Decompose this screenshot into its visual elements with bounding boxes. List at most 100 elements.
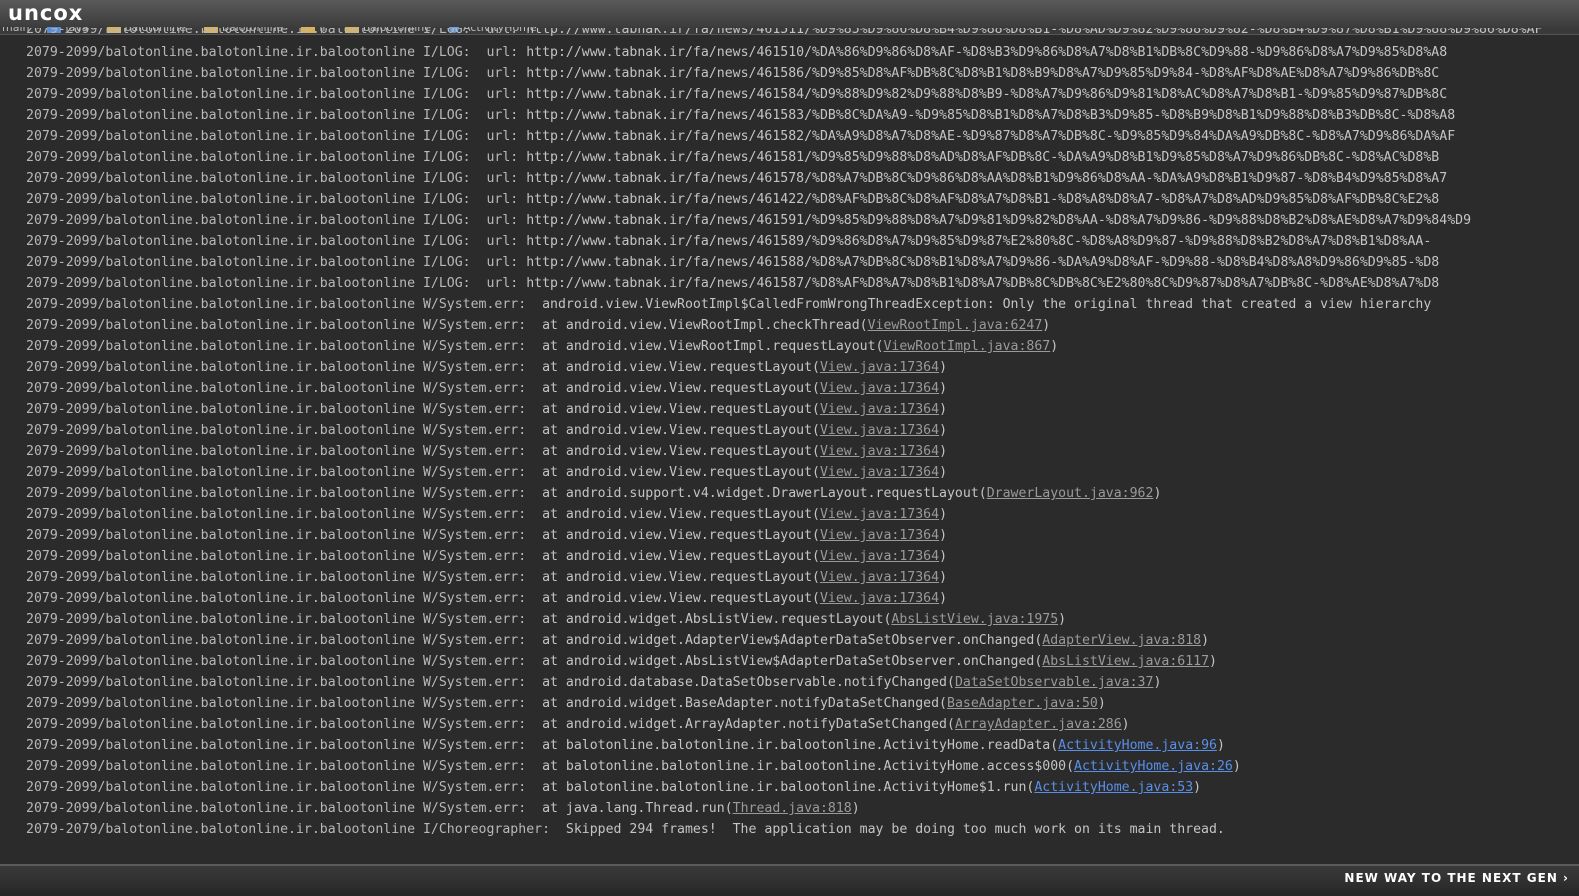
source-link[interactable]: View.java:17364 <box>820 444 939 459</box>
log-suffix: ) <box>939 465 948 480</box>
log-message: at android.widget.AbsListView.requestLay… <box>542 612 892 627</box>
log-prefix: 2079-2099/balotonline.balotonline.ir.bal… <box>26 654 543 669</box>
log-prefix: 2079-2099/balotonline.balotonline.ir.bal… <box>26 801 543 816</box>
source-link[interactable]: BaseAdapter.java:50 <box>947 696 1098 711</box>
source-link[interactable]: View.java:17364 <box>820 381 939 396</box>
log-message: at android.view.View.requestLayout( <box>542 507 820 522</box>
log-prefix: 2079-2099/balotonline.balotonline.ir.bal… <box>26 612 543 627</box>
log-line: 2079-2099/balotonline.balotonline.ir.bal… <box>26 315 1579 336</box>
log-line: 2079-2099/balotonline.balotonline.ir.bal… <box>26 105 1579 126</box>
log-message: http://www.tabnak.ir/fa/news/461583/%DB%… <box>526 108 1456 123</box>
log-prefix: 2079-2099/balotonline.balotonline.ir.bal… <box>26 423 543 438</box>
log-suffix: ) <box>1050 339 1059 354</box>
log-message: at android.view.ViewRootImpl.requestLayo… <box>542 339 884 354</box>
log-line: 2079-2099/balotonline.balotonline.ir.bal… <box>26 147 1579 168</box>
source-link[interactable]: AbsListView.java:1975 <box>891 612 1058 627</box>
source-link[interactable]: View.java:17364 <box>820 507 939 522</box>
log-suffix: ) <box>1097 696 1106 711</box>
source-link[interactable]: ActivityHome.java:96 <box>1058 738 1217 753</box>
log-message: at android.view.View.requestLayout( <box>542 528 820 543</box>
log-message: http://www.tabnak.ir/fa/news/461591/%D9%… <box>526 213 1472 228</box>
log-prefix: 2079-2099/balotonline.balotonline.ir.bal… <box>26 738 543 753</box>
log-line: 2079-2099/balotonline.balotonline.ir.bal… <box>26 504 1579 525</box>
top-bar: uncox <box>0 0 1579 28</box>
source-link[interactable]: ArrayAdapter.java:286 <box>955 717 1122 732</box>
log-suffix: ) <box>939 591 948 606</box>
source-link[interactable]: DataSetObservable.java:37 <box>955 675 1154 690</box>
log-prefix: 2079-2099/balotonline.balotonline.ir.bal… <box>26 255 527 270</box>
log-message: at balotonline.balotonline.ir.balootonli… <box>542 780 1035 795</box>
log-line: 2079-2099/balotonline.balotonline.ir.bal… <box>26 546 1579 567</box>
log-prefix: 2079-2099/balotonline.balotonline.ir.bal… <box>26 486 543 501</box>
source-link[interactable]: View.java:17364 <box>820 570 939 585</box>
log-line: 2079-2079/balotonline.balotonline.ir.bal… <box>26 819 1579 840</box>
source-link[interactable]: ActivityHome.java:26 <box>1074 759 1233 774</box>
log-prefix: 2079-2079/balotonline.balotonline.ir.bal… <box>26 822 566 837</box>
log-line: 2079-2099/balotonline.balotonline.ir.bal… <box>26 168 1579 189</box>
log-suffix: ) <box>1201 633 1210 648</box>
log-message: http://www.tabnak.ir/fa/news/461587/%D8%… <box>526 276 1440 291</box>
log-line: 2079-2099/balotonline.balotonline.ir.bal… <box>26 483 1579 504</box>
log-prefix: 2079-2099/balotonline.balotonline.ir.bal… <box>26 87 527 102</box>
log-prefix: 2079-2099/balotonline.balotonline.ir.bal… <box>26 192 527 207</box>
log-suffix: ) <box>851 801 860 816</box>
source-link[interactable]: View.java:17364 <box>820 402 939 417</box>
log-suffix: ) <box>1153 486 1162 501</box>
uncox-logo: uncox <box>8 1 84 25</box>
log-suffix: ) <box>1121 717 1130 732</box>
log-prefix: 2079-2099/balotonline.balotonline.ir.bal… <box>26 444 543 459</box>
log-message: at android.widget.ArrayAdapter.notifyDat… <box>542 717 955 732</box>
log-line: 2079-2099/balotonline.balotonline.ir.bal… <box>26 462 1579 483</box>
source-link[interactable]: ViewRootImpl.java:6247 <box>868 318 1043 333</box>
log-line: 2079-2099/balotonline.balotonline.ir.bal… <box>26 231 1579 252</box>
log-message: http://www.tabnak.ir/fa/news/461422/%D8%… <box>526 192 1440 207</box>
log-message: http://www.tabnak.ir/fa/news/461578/%D8%… <box>526 171 1448 186</box>
log-line: 2079-2099/balotonline.balotonline.ir.bal… <box>26 378 1579 399</box>
source-link[interactable]: DrawerLayout.java:962 <box>987 486 1154 501</box>
log-prefix: 2079-2099/balotonline.balotonline.ir.bal… <box>26 549 543 564</box>
log-line: 2079-2099/balotonline.balotonline.ir.bal… <box>26 588 1579 609</box>
log-line: 2079-2099/balotonline.balotonline.ir.bal… <box>26 735 1579 756</box>
log-prefix: 2079-2099/balotonline.balotonline.ir.bal… <box>26 150 527 165</box>
source-link[interactable]: Thread.java:818 <box>733 801 852 816</box>
log-suffix: ) <box>939 507 948 522</box>
log-line: 2079-2099/balotonline.balotonline.ir.bal… <box>26 630 1579 651</box>
source-link[interactable]: ActivityHome.java:53 <box>1034 780 1193 795</box>
log-line: 2079-2099/balotonline.balotonline.ir.bal… <box>26 693 1579 714</box>
log-message: at android.view.View.requestLayout( <box>542 465 820 480</box>
log-prefix: 2079-2099/balotonline.balotonline.ir.bal… <box>26 507 543 522</box>
log-suffix: ) <box>1153 675 1162 690</box>
log-message: http://www.tabnak.ir/fa/news/461586/%D9%… <box>526 66 1440 81</box>
log-message: at android.widget.AdapterView$AdapterDat… <box>542 633 1043 648</box>
log-message: at android.widget.AbsListView$AdapterDat… <box>542 654 1043 669</box>
log-message: at android.view.View.requestLayout( <box>542 360 820 375</box>
log-suffix: ) <box>939 528 948 543</box>
source-link[interactable]: View.java:17364 <box>820 360 939 375</box>
source-link[interactable]: View.java:17364 <box>820 549 939 564</box>
log-message: http://www.tabnak.ir/fa/news/461581/%D9%… <box>526 150 1440 165</box>
log-line: 2079-2099/balotonline.balotonline.ir.bal… <box>26 84 1579 105</box>
source-link[interactable]: ViewRootImpl.java:867 <box>883 339 1050 354</box>
source-link[interactable]: AbsListView.java:6117 <box>1042 654 1209 669</box>
log-prefix: 2079-2099/balotonline.balotonline.ir.bal… <box>26 633 543 648</box>
log-suffix: ) <box>939 549 948 564</box>
source-link[interactable]: View.java:17364 <box>820 423 939 438</box>
log-message: http://www.tabnak.ir/fa/news/461584/%D9%… <box>526 87 1448 102</box>
log-prefix: 2079-2099/balotonline.balotonline.ir.bal… <box>26 45 527 60</box>
source-link[interactable]: View.java:17364 <box>820 591 939 606</box>
log-message: android.view.ViewRootImpl$CalledFromWron… <box>542 297 1432 312</box>
log-prefix: 2079-2099/balotonline.balotonline.ir.bal… <box>26 780 543 795</box>
log-prefix: 2079-2099/balotonline.balotonline.ir.bal… <box>26 696 543 711</box>
log-suffix: ) <box>1216 738 1225 753</box>
log-line: 2079-2099/balotonline.balotonline.ir.bal… <box>26 756 1579 777</box>
log-prefix: 2079-2099/balotonline.balotonline.ir.bal… <box>26 465 543 480</box>
log-line: 2079-2099/balotonline.balotonline.ir.bal… <box>26 210 1579 231</box>
source-link[interactable]: View.java:17364 <box>820 528 939 543</box>
log-suffix: ) <box>939 570 948 585</box>
log-prefix: 2079-2099/balotonline.balotonline.ir.bal… <box>26 66 527 81</box>
source-link[interactable]: AdapterView.java:818 <box>1042 633 1201 648</box>
log-line: 2079-2099/balotonline.balotonline.ir.bal… <box>26 28 1579 42</box>
source-link[interactable]: View.java:17364 <box>820 465 939 480</box>
log-message: at android.database.DataSetObservable.no… <box>542 675 955 690</box>
log-line: 2079-2099/balotonline.balotonline.ir.bal… <box>26 126 1579 147</box>
